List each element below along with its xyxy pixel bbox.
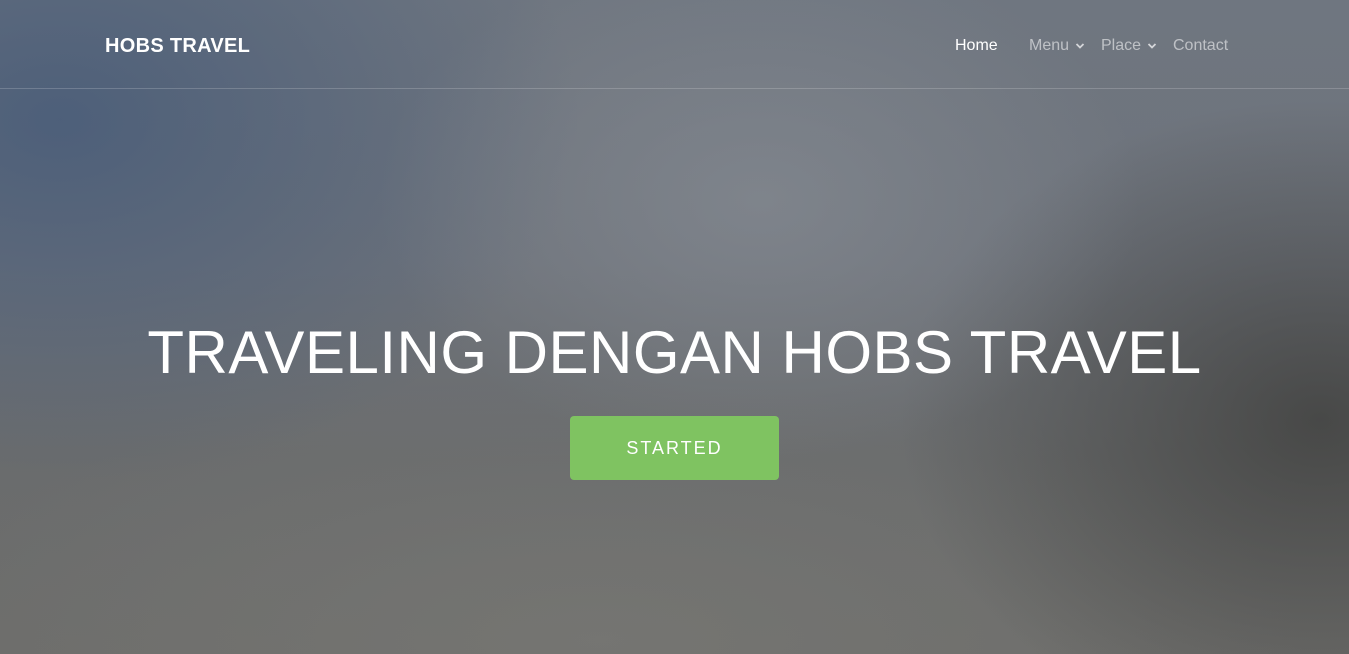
- hero-title: TRAVELING DENGAN HOBS TRAVEL: [147, 319, 1202, 386]
- nav-item-label: Menu: [1029, 37, 1070, 54]
- navbar: HOBS TRAVEL Home Menu Place Contact: [0, 0, 1349, 89]
- nav-item-label: Contact: [1173, 37, 1229, 54]
- started-button[interactable]: STARTED: [570, 416, 779, 480]
- nav-item-home[interactable]: Home: [955, 37, 998, 55]
- brand-logo[interactable]: HOBS TRAVEL: [105, 35, 250, 58]
- chevron-down-icon: [1075, 43, 1085, 49]
- chevron-down-icon: [1147, 43, 1157, 49]
- nav-item-label: Home: [955, 37, 998, 54]
- nav-item-menu[interactable]: Menu: [1029, 37, 1085, 55]
- nav-item-place[interactable]: Place: [1101, 37, 1157, 55]
- nav-item-label: Place: [1101, 37, 1142, 54]
- nav-item-contact[interactable]: Contact: [1173, 37, 1228, 55]
